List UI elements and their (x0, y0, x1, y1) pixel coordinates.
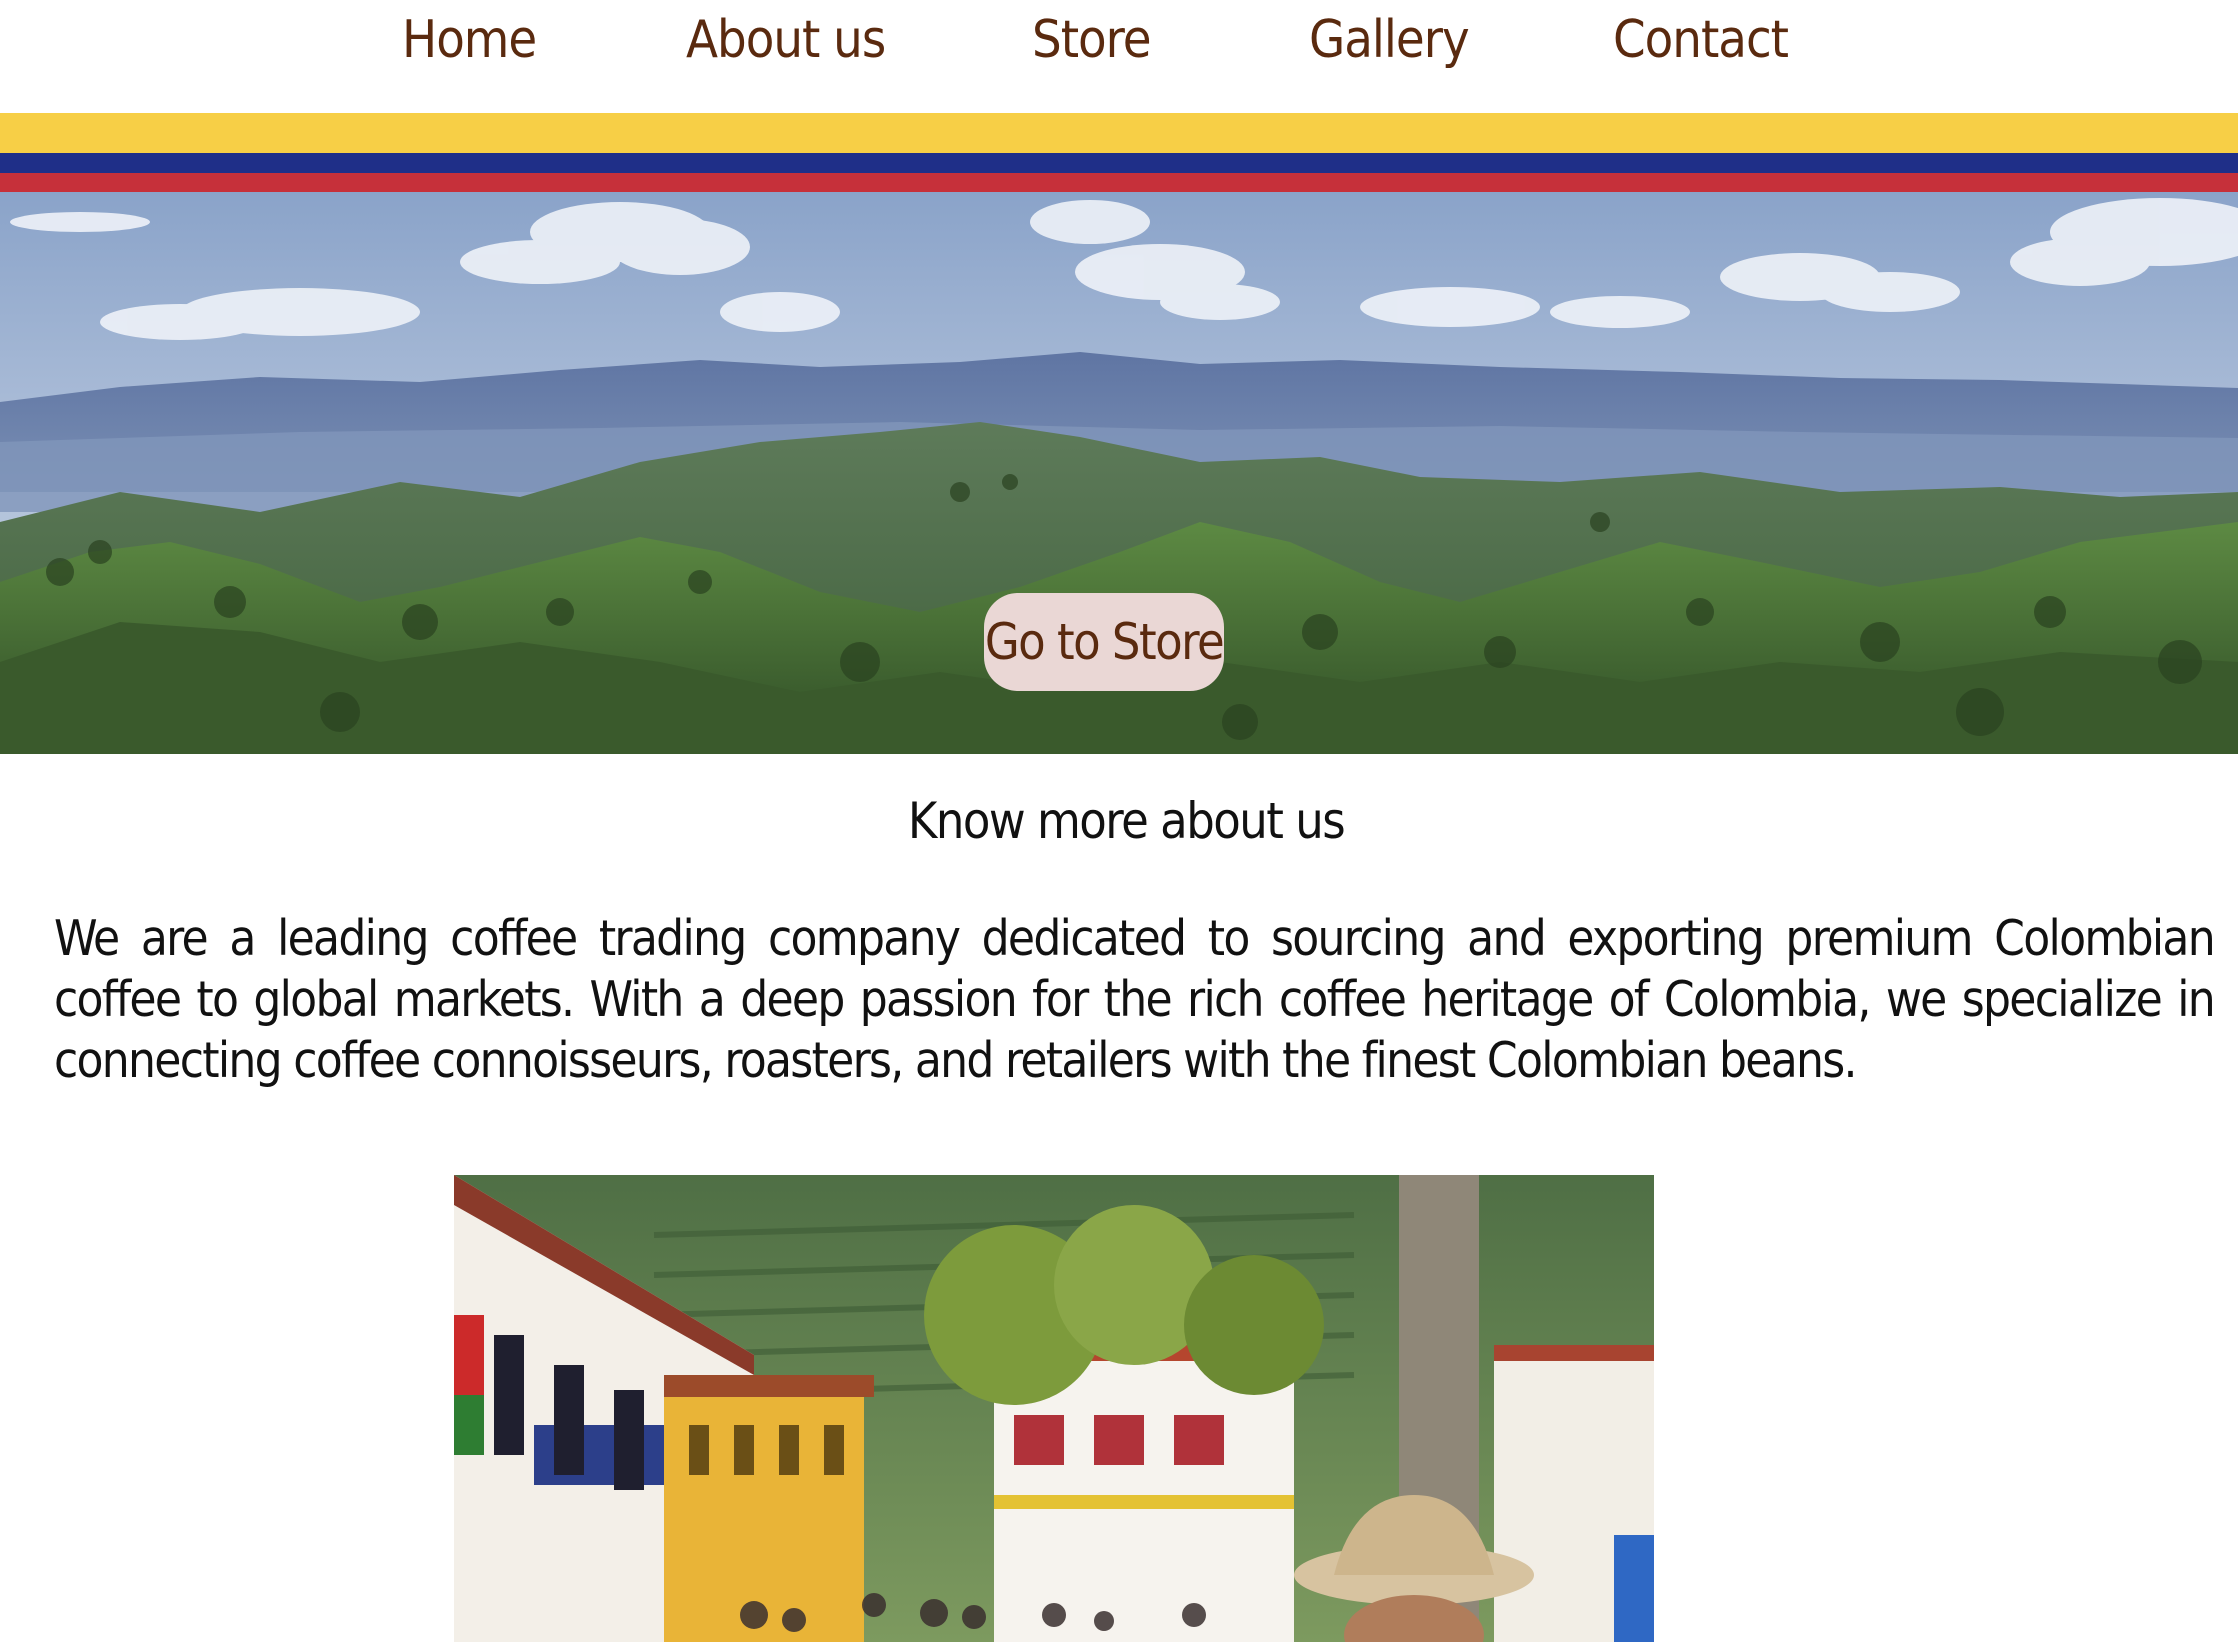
about-heading: Know more about us (907, 792, 1346, 850)
nav-home-link[interactable]: Home (402, 4, 537, 76)
flag-stripe-blue (0, 153, 2238, 173)
go-to-store-button[interactable]: Go to Store (984, 593, 1225, 691)
nav-gallery-link[interactable]: Gallery (1309, 4, 1470, 76)
flag-stripe-red (0, 173, 2238, 192)
nav-contact-link[interactable]: Contact (1613, 4, 1789, 76)
flag-stripe-yellow (0, 113, 2238, 153)
about-description: We are a leading coffee trading company … (54, 910, 2216, 1089)
nav-about-link[interactable]: About us (686, 4, 886, 76)
main-nav: Home About us Store Gallery Contact (0, 0, 2238, 113)
town-photo (454, 1175, 1654, 1642)
nav-store-link[interactable]: Store (1032, 4, 1152, 76)
town-square-image (454, 1175, 1654, 1642)
